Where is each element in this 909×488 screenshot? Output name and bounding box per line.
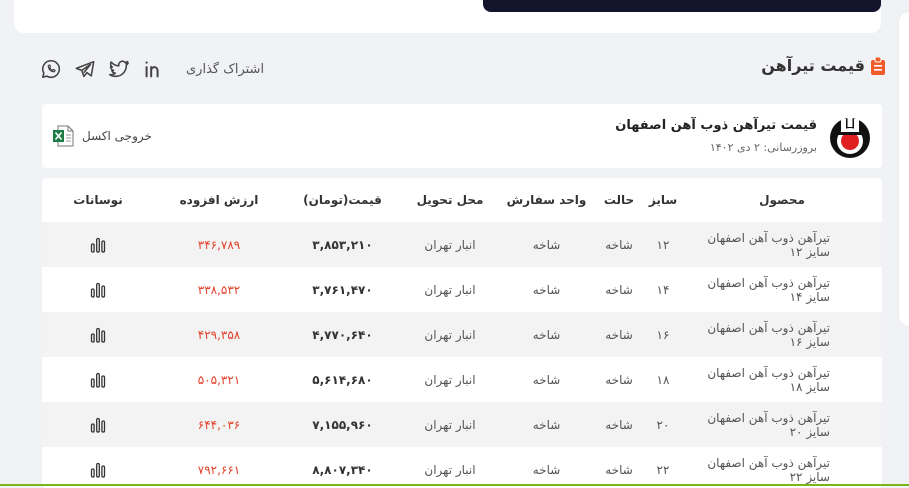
top-dark-bar: [483, 0, 881, 12]
cell-chart: [42, 312, 154, 357]
excel-export-button[interactable]: خروجی اکسل: [52, 125, 152, 147]
clipboard-icon: [871, 56, 885, 75]
cell-product[interactable]: تیرآهن ذوب آهن اصفهان سایز ۲۲: [682, 447, 882, 488]
cell-state: شاخه: [594, 312, 644, 357]
fluctuation-chart-icon[interactable]: [90, 417, 106, 433]
cell-vat: ۳۳۸,۵۳۲: [197, 282, 241, 297]
cell-size: ۱۲: [644, 222, 682, 267]
cell-place: انبار تهران: [401, 402, 499, 447]
col-header-chart: نوسانات: [73, 193, 123, 207]
cell-state: شاخه: [605, 372, 633, 387]
cell-state: شاخه: [605, 462, 633, 477]
updated-date: بروزرسانی: ۲ دی ۱۴۰۲: [709, 141, 817, 154]
cell-size: ۱۶: [644, 312, 682, 357]
cell-chart: [42, 402, 154, 447]
cell-place: انبار تهران: [424, 372, 476, 387]
share-bar: اشتراک گذاری: [40, 56, 264, 82]
share-label: اشتراک گذاری: [186, 61, 265, 77]
cell-state: شاخه: [594, 222, 644, 267]
cell-price: ۸,۸۰۷,۳۴۰: [312, 462, 373, 477]
cell-chart: [42, 357, 154, 402]
telegram-icon[interactable]: [74, 58, 96, 80]
col-header-price: قیمت(تومان): [303, 193, 382, 207]
col-header-state: حالت: [603, 193, 635, 207]
price-table: محصول سایز حالت واحد سفارش محل تحویل قیم…: [42, 178, 882, 488]
fluctuation-chart-icon[interactable]: [90, 372, 106, 388]
cell-vat: ۶۴۴,۰۳۶: [154, 402, 284, 447]
cell-unit: شاخه: [499, 312, 594, 357]
cell-place: انبار تهران: [401, 222, 499, 267]
col-header-vat: ارزش افزوده: [179, 193, 259, 207]
cell-vat: ۴۲۹,۳۵۸: [154, 312, 284, 357]
page-title: قیمت تیرآهن: [761, 56, 865, 75]
cell-price: ۳,۸۵۳,۲۱۰: [284, 222, 401, 267]
cell-size: ۱۴: [656, 282, 670, 297]
twitter-icon[interactable]: [108, 58, 130, 80]
cell-unit: شاخه: [532, 462, 561, 477]
linkedin-icon[interactable]: [142, 58, 164, 80]
cell-product[interactable]: تیرآهن ذوب آهن اصفهان سایز ۱۴: [682, 267, 882, 312]
cell-price: ۵,۶۱۴,۶۸۰: [312, 372, 373, 387]
cell-size: ۲۰: [644, 402, 682, 447]
cell-product[interactable]: تیرآهن ذوب آهن اصفهان سایز ۲۰: [682, 402, 882, 447]
cell-size: ۱۸: [656, 372, 670, 387]
side-panel-edge: [899, 12, 909, 326]
top-card: [14, 0, 881, 33]
cell-product[interactable]: تیرآهن ذوب آهن اصفهان سایز ۱۸: [682, 357, 882, 402]
cell-place: انبار تهران: [424, 462, 476, 477]
cell-unit: شاخه: [532, 282, 561, 297]
cell-price: ۴,۷۷۰,۶۴۰: [284, 312, 401, 357]
cell-price: ۳,۷۶۱,۴۷۰: [312, 282, 373, 297]
fluctuation-chart-icon[interactable]: [90, 462, 106, 478]
cell-state: شاخه: [605, 282, 633, 297]
cell-size: ۲۲: [656, 462, 670, 477]
fluctuation-chart-icon[interactable]: [90, 282, 106, 298]
table-row: تیرآهن ذوب آهن اصفهان سایز ۱۸ ۱۸ شاخه شا…: [42, 357, 882, 402]
col-header-place: محل تحویل: [416, 193, 484, 207]
table-row: تیرآهن ذوب آهن اصفهان سایز ۱۲ ۱۲ شاخه شا…: [42, 222, 882, 267]
table-row: تیرآهن ذوب آهن اصفهان سایز ۱۶ ۱۶ شاخه شا…: [42, 312, 882, 357]
product-header-card: قیمت تیرآهن ذوب آهن اصفهان بروزرسانی: ۲ …: [42, 104, 882, 168]
table-row: تیرآهن ذوب آهن اصفهان سایز ۲۰ ۲۰ شاخه شا…: [42, 402, 882, 447]
col-header-product: محصول: [759, 193, 805, 207]
cell-product[interactable]: تیرآهن ذوب آهن اصفهان سایز ۱۲: [682, 222, 882, 267]
table-row: تیرآهن ذوب آهن اصفهان سایز ۲۲ ۲۲ شاخه شا…: [42, 447, 882, 488]
cell-vat: ۳۴۶,۷۸۹: [154, 222, 284, 267]
card-title: قیمت تیرآهن ذوب آهن اصفهان: [615, 118, 817, 133]
cell-vat: ۵۰۵,۳۲۱: [197, 372, 241, 387]
cell-chart: [42, 267, 154, 312]
col-header-size: سایز: [648, 193, 678, 207]
fluctuation-chart-icon[interactable]: [90, 237, 106, 253]
cell-unit: شاخه: [499, 222, 594, 267]
table-header-row: محصول سایز حالت واحد سفارش محل تحویل قیم…: [42, 178, 882, 222]
excel-export-label: خروجی اکسل: [82, 129, 152, 143]
excel-icon: [53, 125, 74, 147]
cell-unit: شاخه: [499, 402, 594, 447]
fluctuation-chart-icon[interactable]: [90, 327, 106, 343]
whatsapp-icon[interactable]: [40, 58, 62, 80]
table-row: تیرآهن ذوب آهن اصفهان سایز ۱۴ ۱۴ شاخه شا…: [42, 267, 882, 312]
cell-place: انبار تهران: [401, 312, 499, 357]
cell-vat: ۷۹۲,۶۶۱: [197, 462, 241, 477]
section-title: قیمت تیرآهن: [761, 56, 885, 75]
cell-price: ۷,۱۵۵,۹۶۰: [284, 402, 401, 447]
esfahan-steel-logo: [830, 117, 870, 158]
col-header-unit: واحد سفارش: [506, 193, 587, 207]
cell-chart: [42, 447, 154, 488]
cell-product[interactable]: تیرآهن ذوب آهن اصفهان سایز ۱۶: [682, 312, 882, 357]
price-table-card: محصول سایز حالت واحد سفارش محل تحویل قیم…: [42, 178, 882, 488]
cell-state: شاخه: [594, 402, 644, 447]
cell-unit: شاخه: [532, 372, 561, 387]
cell-chart: [42, 222, 154, 267]
cell-place: انبار تهران: [424, 282, 476, 297]
